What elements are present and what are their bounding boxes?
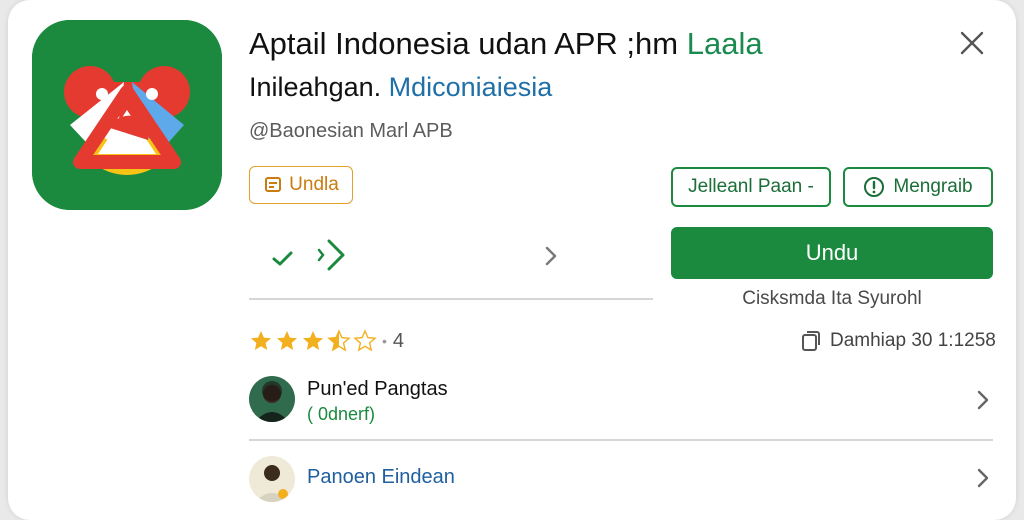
star-icon bbox=[303, 331, 323, 350]
section-nav-row bbox=[249, 230, 569, 280]
developer-name[interactable]: @Baonesian Marl APB bbox=[249, 120, 453, 143]
category-tag-label: Undla bbox=[289, 174, 339, 195]
install-note: Cisksmda Ita Syurohl bbox=[742, 288, 922, 309]
check-icon[interactable] bbox=[271, 248, 295, 268]
copy-icon bbox=[802, 331, 820, 351]
downloads-label: Damhiap 30 1:1258 bbox=[830, 330, 996, 351]
chevron-right-icon[interactable] bbox=[543, 245, 559, 267]
star-half-icon bbox=[327, 329, 351, 352]
secondary-action-label: Jelleanl Paan - bbox=[688, 176, 814, 197]
list-item[interactable]: Pun'ed Pangtas ( 0dnerf) bbox=[249, 372, 993, 432]
rating-count: 4 bbox=[392, 329, 405, 352]
divider bbox=[249, 298, 653, 300]
downloads-info: Damhiap 30 1:1258 bbox=[800, 330, 996, 352]
close-button[interactable] bbox=[955, 26, 989, 60]
app-title-main: Aptail Indonesia udan APR ;hm bbox=[249, 26, 679, 61]
reviewer-name: Pun'ed Pangtas bbox=[307, 378, 448, 400]
chevron-right-icon bbox=[977, 390, 989, 410]
star-empty-icon bbox=[353, 329, 377, 352]
app-title: Aptail Indonesia udan APR ;hm Laala bbox=[249, 26, 763, 62]
list-item[interactable]: Panoen Eindean bbox=[249, 450, 993, 510]
app-logo-icon bbox=[32, 20, 222, 210]
rating-stars[interactable]: • 4 bbox=[249, 326, 404, 356]
app-subtitle-main: Inileahgan. bbox=[249, 72, 382, 102]
avatar bbox=[249, 376, 295, 422]
category-tag[interactable]: Undla bbox=[249, 166, 353, 204]
close-icon bbox=[960, 31, 984, 55]
avatar bbox=[249, 456, 295, 502]
reviewer-subtitle: ( 0dnerf) bbox=[307, 404, 376, 424]
report-button[interactable]: Mengraib bbox=[843, 167, 993, 207]
separator-dot: • bbox=[382, 333, 387, 349]
install-button-label: Undu bbox=[805, 240, 859, 265]
reviewer-name: Panoen Eindean bbox=[307, 466, 455, 488]
chevron-right-icon bbox=[977, 468, 989, 488]
app-subtitle-accent[interactable]: Mdiconiaiesia bbox=[389, 72, 553, 102]
star-icon bbox=[251, 331, 271, 350]
forward-chevron-icon[interactable] bbox=[315, 236, 349, 274]
secondary-action-button[interactable]: Jelleanl Paan - bbox=[671, 167, 831, 207]
star-icon bbox=[277, 331, 297, 350]
info-icon bbox=[864, 177, 885, 197]
app-title-accent[interactable]: Laala bbox=[687, 26, 763, 61]
tag-icon bbox=[265, 177, 282, 192]
app-subtitle: Inileahgan. Mdiconiaiesia bbox=[249, 72, 552, 103]
divider bbox=[249, 439, 993, 441]
install-button[interactable]: Undu bbox=[671, 227, 993, 279]
report-button-label: Mengraib bbox=[893, 176, 973, 197]
